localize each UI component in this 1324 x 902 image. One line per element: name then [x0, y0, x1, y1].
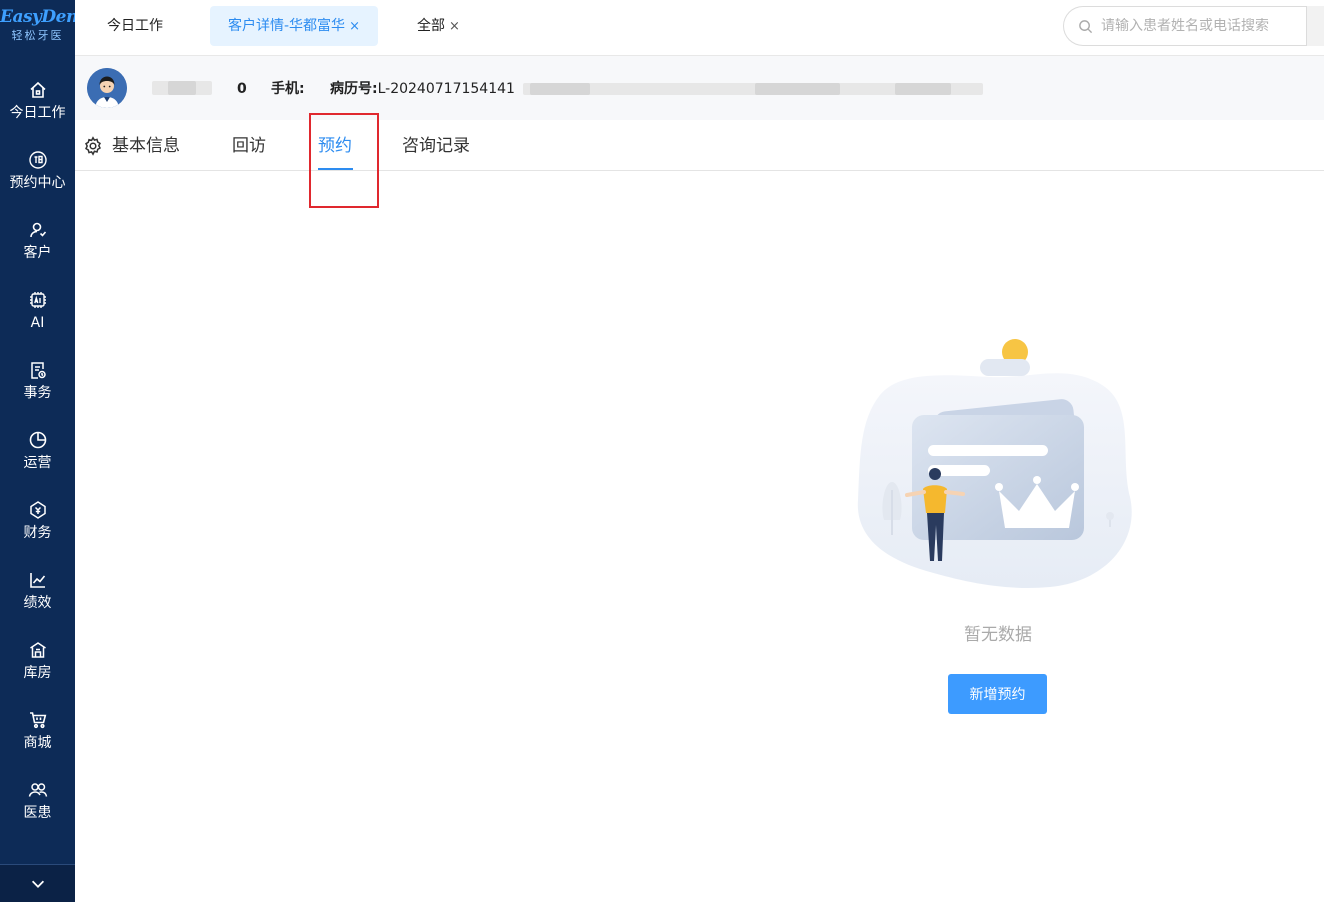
page-tab-today-work[interactable]: 今日工作: [89, 6, 181, 46]
chevron-down-icon: [31, 880, 44, 888]
medical-record-number: L-20240717154141: [377, 81, 515, 97]
search-input[interactable]: [1101, 18, 1301, 34]
sidebar-item-operations[interactable]: 运营: [0, 430, 75, 500]
search-icon: [1079, 19, 1093, 33]
sidebar-nav: 今日工作 预约中心 客户 AI 事务 运营 财务 绩效 库房 商城 医患: [0, 80, 75, 850]
avatar[interactable]: [87, 68, 127, 108]
sidebar-item-affairs[interactable]: 事务: [0, 360, 75, 430]
sidebar-item-warehouse[interactable]: 库房: [0, 640, 75, 710]
detail-tabs: 基本信息 回访 预约 咨询记录: [75, 120, 1324, 171]
sidebar-item-label: 医患: [23, 805, 52, 821]
close-icon[interactable]: ×: [349, 19, 360, 34]
sidebar-item-partial-icon: [27, 856, 47, 864]
sidebar-item-label: 今日工作: [9, 105, 66, 121]
empty-state-text: 暂无数据: [964, 625, 1032, 645]
logo-subtitle: 轻松牙医: [11, 29, 64, 42]
page-tab-bar: 今日工作 客户详情-华都富华 × 全部 ×: [75, 0, 1324, 56]
sidebar-item-label: 财务: [23, 525, 52, 541]
page-tab-customer-detail[interactable]: 客户详情-华都富华 ×: [210, 6, 378, 46]
sidebar-item-mall[interactable]: 商城: [0, 710, 75, 780]
sidebar-item-label: 库房: [23, 665, 52, 681]
appointment-icon: [0, 150, 75, 172]
app-window: EasyDent 轻松牙医 今日工作 预约中心 客户: [0, 0, 1324, 902]
sidebar-item-label: 商城: [23, 735, 52, 751]
redacted-block: [755, 83, 840, 95]
sidebar-item-today-work[interactable]: 今日工作: [0, 80, 75, 150]
sidebar: EasyDent 轻松牙医 今日工作 预约中心 客户: [0, 0, 75, 902]
doctor-avatar-icon: [87, 68, 127, 108]
active-tab-indicator: [318, 168, 353, 170]
tab-follow-up[interactable]: 回访: [232, 134, 266, 158]
sidebar-item-ai[interactable]: AI: [0, 290, 75, 360]
home-icon: [0, 80, 75, 102]
redacted-block: [168, 81, 196, 95]
pie-chart-icon: [0, 430, 75, 452]
add-appointment-button[interactable]: 新增预约: [948, 674, 1047, 714]
page-tab-label: 客户详情-华都富华: [228, 18, 346, 34]
cart-icon: [0, 710, 75, 732]
search-button[interactable]: [1306, 6, 1324, 46]
logo-text: EasyDent: [0, 7, 75, 27]
redacted-block: [895, 83, 951, 95]
patient-search-box: [1063, 6, 1324, 46]
ai-chip-icon: [0, 290, 75, 312]
sidebar-item-label: 客户: [23, 245, 52, 261]
sidebar-item-doctor-patient[interactable]: 医患: [0, 780, 75, 850]
sidebar-item-label: AI: [30, 315, 45, 331]
phone-label: 手机:: [271, 81, 305, 97]
line-chart-icon: [0, 570, 75, 592]
patient-age: 0: [237, 81, 247, 97]
sidebar-item-finance[interactable]: 财务: [0, 500, 75, 570]
patient-info-bar: 0 手机: 病历号:L-20240717154141: [75, 56, 1324, 120]
finance-icon: [0, 500, 75, 522]
sidebar-item-performance[interactable]: 绩效: [0, 570, 75, 640]
sidebar-item-label: 事务: [23, 385, 52, 401]
medical-record-label: 病历号:: [330, 81, 378, 97]
task-icon: [0, 360, 75, 382]
tab-consultation-record[interactable]: 咨询记录: [402, 134, 470, 158]
doctor-patient-icon: [0, 780, 75, 802]
tab-basic-info[interactable]: 基本信息: [112, 134, 180, 158]
sidebar-item-customer[interactable]: 客户: [0, 220, 75, 290]
sidebar-expand-button[interactable]: [0, 864, 75, 902]
tab-appointment[interactable]: 预约: [318, 134, 352, 158]
close-icon[interactable]: ×: [449, 19, 460, 34]
sidebar-item-label: 绩效: [23, 595, 52, 611]
redacted-block: [530, 83, 590, 95]
page-tab-label: 全部: [417, 18, 445, 34]
logo: EasyDent 轻松牙医: [0, 6, 75, 56]
page-tab-label: 今日工作: [107, 18, 163, 34]
sidebar-item-appointment-center[interactable]: 预约中心: [0, 150, 75, 220]
gear-icon[interactable]: [83, 136, 103, 156]
customer-icon: [0, 220, 75, 242]
sidebar-item-label: 预约中心: [9, 175, 66, 191]
medical-record: 病历号:L-20240717154141: [330, 80, 515, 98]
warehouse-icon: [0, 640, 75, 662]
sidebar-item-label: 运营: [23, 455, 52, 471]
page-tab-all[interactable]: 全部 ×: [399, 6, 478, 46]
empty-state-illustration: [857, 339, 1132, 588]
